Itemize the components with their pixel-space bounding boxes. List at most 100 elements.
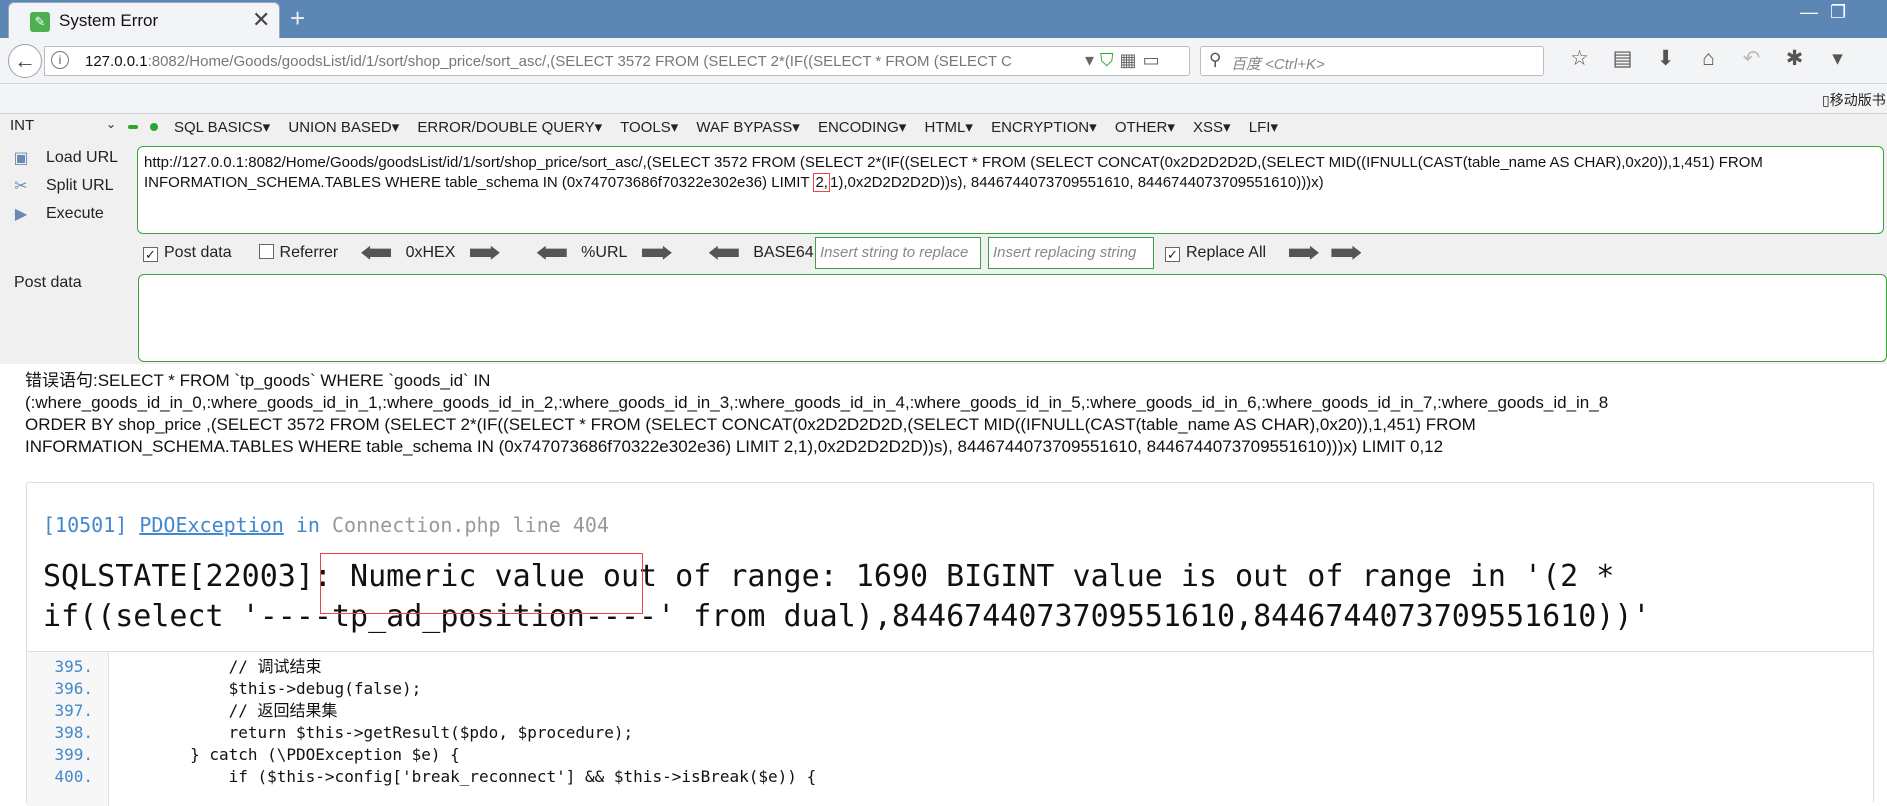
minus-icon[interactable]: [128, 125, 138, 129]
error-statement: 错误语句:SELECT * FROM `tp_goods` WHERE `goo…: [25, 370, 1887, 458]
menu-error-double-query[interactable]: ERROR/DOUBLE QUERY▾: [417, 119, 602, 136]
menu-sql-basics[interactable]: SQL BASICS▾: [174, 119, 270, 136]
search-placeholder: 百度 <Ctrl+K>: [1231, 56, 1325, 73]
replace-all-checkbox[interactable]: ✓: [1165, 247, 1180, 262]
line-number: 398.: [54, 723, 93, 742]
menu-html[interactable]: HTML▾: [925, 119, 973, 136]
error-statement-line: ORDER BY shop_price ,(SELECT 3572 FROM (…: [25, 415, 1476, 434]
post-data-input[interactable]: [138, 274, 1887, 362]
url-decode-arrow-icon[interactable]: [536, 245, 567, 260]
address-bar-icons: ▾⛉▦▭: [1085, 50, 1166, 71]
bookmarks-list-icon[interactable]: ▤: [1601, 46, 1644, 71]
referrer-check-label: Referrer: [279, 244, 339, 261]
exception-message-line: if((select '----tp_ad_position----' from…: [43, 599, 1651, 634]
tab-close-icon[interactable]: ✕: [252, 7, 270, 33]
replace-all-label: Replace All: [1186, 244, 1267, 261]
hex-label: 0xHEX: [405, 244, 456, 261]
post-data-checkbox[interactable]: ✓: [143, 247, 158, 262]
hex-decode-arrow-icon[interactable]: [361, 245, 392, 260]
exception-class-link[interactable]: PDOException: [139, 513, 284, 537]
info-icon[interactable]: i: [51, 51, 69, 69]
execute-label: Execute: [46, 205, 104, 223]
search-icon: ⚲: [1209, 50, 1222, 69]
code-line: 396. $this->debug(false);: [27, 678, 1873, 700]
hackbar-url-input[interactable]: http://127.0.0.1:8082/Home/Goods/goodsLi…: [137, 146, 1884, 234]
type-select[interactable]: INT ⌄: [10, 117, 120, 137]
replace-find-input[interactable]: Insert string to replace: [815, 237, 981, 269]
exception-code: [10501]: [43, 513, 128, 537]
code-text: // 调试结束: [113, 657, 322, 676]
url-encode-label: %URL: [581, 244, 628, 261]
search-box[interactable]: ⚲ 百度 <Ctrl+K>: [1200, 46, 1544, 76]
source-code-block: 395. // 调试结束 396. $this->debug(false); 3…: [27, 651, 1873, 806]
base64-decode-arrow-icon[interactable]: [708, 245, 739, 260]
execute-button[interactable]: ▶ Execute: [10, 204, 104, 224]
minimize-button[interactable]: —: [1800, 2, 1818, 23]
url-input-text-a: INFORMATION_SCHEMA.TABLES WHERE table_sc…: [144, 174, 814, 191]
code-line: 395. // 调试结束: [27, 656, 1873, 678]
menu-other[interactable]: OTHER▾: [1115, 119, 1175, 136]
highlighted-limit-offset: 2,: [813, 173, 830, 192]
execute-icon: ▶: [14, 206, 28, 223]
restore-button[interactable]: ❐: [1830, 2, 1846, 23]
mobile-bookmarks-label: 移动版书: [1829, 92, 1886, 108]
hackbar-panel: INT ⌄ SQL BASICS▾ UNION BASED▾ ERROR/DOUB…: [0, 114, 1887, 364]
undo-icon[interactable]: ↶: [1730, 46, 1773, 71]
bookmark-star-icon[interactable]: ☆: [1558, 46, 1601, 71]
download-icon[interactable]: ⬇: [1644, 46, 1687, 71]
menu-encoding[interactable]: ENCODING▾: [818, 119, 906, 136]
plus-icon[interactable]: [150, 123, 158, 131]
hex-encode-arrow-icon[interactable]: [469, 245, 500, 260]
load-url-label: Load URL: [46, 149, 119, 167]
qr-code-icon[interactable]: ▦: [1120, 50, 1143, 70]
url-encode-arrow-icon[interactable]: [641, 245, 672, 260]
post-data-check-label: Post data: [164, 244, 232, 261]
menu-union-based[interactable]: UNION BASED▾: [288, 119, 399, 136]
load-url-icon: ▣: [13, 150, 29, 167]
line-number: 396.: [54, 679, 93, 698]
menu-waf-bypass[interactable]: WAF BYPASS▾: [696, 119, 799, 136]
title-bar: ✎ System Error ✕ + — ❐: [0, 0, 1887, 38]
error-page: 错误语句:SELECT * FROM `tp_goods` WHERE `goo…: [0, 364, 1887, 806]
replace-forward-arrow-icon[interactable]: [1288, 245, 1319, 260]
replace-with-input[interactable]: Insert replacing string: [988, 237, 1154, 269]
hackbar-tool-row: ✓ Post data Referrer 0xHEX %URL BASE64: [143, 244, 859, 270]
mobile-bookmarks[interactable]: ▯移动版书: [1822, 90, 1886, 110]
code-text: // 返回结果集: [113, 701, 338, 720]
address-bar[interactable]: i 127.0.0.1:8082/Home/Goods/goodsList/id…: [44, 46, 1220, 79]
menu-encryption[interactable]: ENCRYPTION▾: [991, 119, 1097, 136]
shield-icon[interactable]: ⛉: [1100, 50, 1120, 70]
code-text: return $this->getResult($pdo, $procedure…: [113, 723, 634, 742]
dropdown-icon[interactable]: ▾: [1085, 50, 1100, 70]
url-input-line-2: INFORMATION_SCHEMA.TABLES WHERE table_sc…: [144, 173, 1877, 193]
toolbar-icons: ☆ ▤ ⬇ ⌂ ↶ ✱ ▾: [1558, 46, 1859, 71]
site-favicon-icon: ✎: [30, 12, 50, 32]
base64-label: BASE64: [753, 244, 814, 261]
phone-icon: ▯: [1822, 92, 1830, 108]
load-url-button[interactable]: ▣ Load URL: [10, 148, 118, 168]
new-tab-button[interactable]: +: [290, 3, 305, 34]
address-text[interactable]: 127.0.0.1:8082/Home/Goods/goodsList/id/1…: [85, 53, 1075, 70]
menu-lfi[interactable]: LFI▾: [1249, 119, 1278, 136]
chevron-down-icon: ⌄: [105, 117, 116, 131]
back-button[interactable]: ←: [8, 44, 42, 78]
browser-tab[interactable]: ✎ System Error ✕: [8, 2, 280, 38]
code-line: 397. // 返回结果集: [27, 700, 1873, 722]
error-statement-line: INFORMATION_SCHEMA.TABLES WHERE table_sc…: [25, 437, 1444, 456]
menu-xss[interactable]: XSS▾: [1193, 119, 1231, 136]
type-select-value: INT: [10, 117, 35, 134]
code-text: } catch (\PDOException $e) {: [113, 745, 460, 764]
exception-message-line: SQLSTATE[22003]: Numeric value out of ra…: [43, 559, 1615, 594]
referrer-checkbox[interactable]: [258, 244, 274, 259]
addon-icon[interactable]: ✱: [1773, 46, 1816, 71]
menu-dropdown-icon[interactable]: ▾: [1816, 46, 1859, 71]
split-url-label: Split URL: [46, 177, 114, 195]
menu-tools[interactable]: TOOLS▾: [620, 119, 678, 136]
code-line: 399. } catch (\PDOException $e) {: [27, 744, 1873, 766]
home-icon[interactable]: ⌂: [1687, 47, 1730, 71]
exception-file: Connection.php line 404: [332, 513, 609, 537]
url-input-text-b: 1),0x2D2D2D2D))s), 8446744073709551610, …: [829, 174, 1324, 191]
replace-apply-arrow-icon[interactable]: [1331, 245, 1362, 260]
split-url-button[interactable]: ✂ Split URL: [10, 176, 114, 196]
reader-icon[interactable]: ▭: [1143, 50, 1166, 70]
